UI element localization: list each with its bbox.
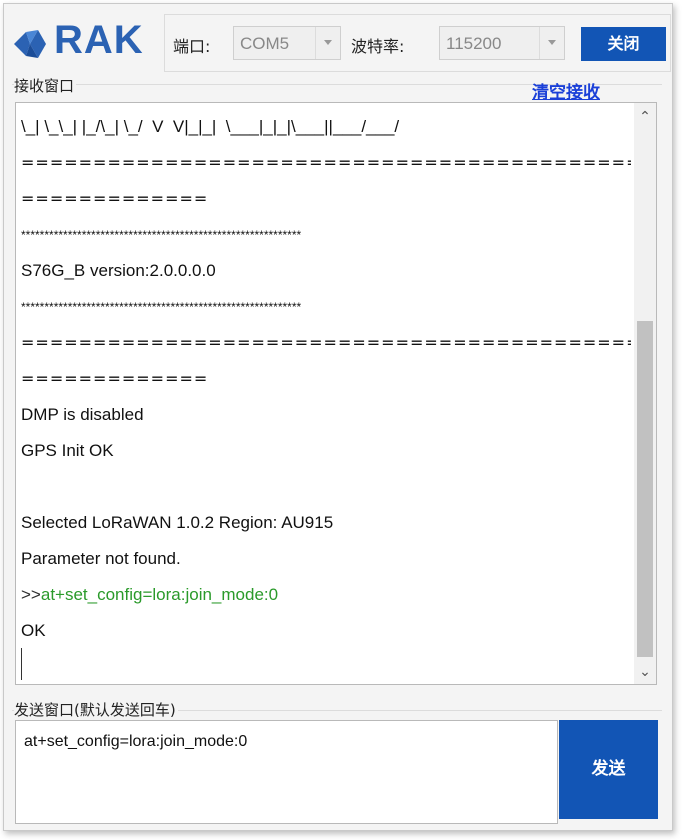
receive-line: ========================================… <box>21 153 631 172</box>
chevron-down-icon[interactable] <box>539 27 564 59</box>
receive-line: \_| \_\_| |_/\_| \_/ V V|_|_| \___|_|_|\… <box>21 117 400 136</box>
scroll-up-icon[interactable]: ⌃ <box>634 105 656 127</box>
receive-line: S76G_B version:2.0.0.0.0 <box>21 261 216 280</box>
receive-line: ****************************************… <box>21 300 302 314</box>
port-select[interactable]: COM5 <box>233 26 341 60</box>
logo-text: RAK <box>54 18 144 62</box>
rak-logo: RAK <box>8 18 156 66</box>
receive-line: >>at+set_config=lora:join_mode:0 <box>21 577 631 613</box>
port-value: COM5 <box>240 34 290 53</box>
baud-value: 115200 <box>446 34 502 53</box>
command-text: at+set_config=lora:join_mode:0 <box>40 585 279 604</box>
receive-line: Selected LoRaWAN 1.0.2 Region: AU915 <box>21 513 334 532</box>
receive-textarea[interactable]: \_| \_\_| |_/\_| \_/ V V|_|_| \___|_|_|\… <box>15 102 657 685</box>
receive-line: GPS Init OK <box>21 441 114 460</box>
scroll-down-icon[interactable]: ⌄ <box>634 660 656 682</box>
rak-logo-icon <box>14 30 46 58</box>
receive-line: ****************************************… <box>21 228 302 242</box>
baud-select[interactable]: 115200 <box>439 26 565 60</box>
baud-label: 波特率: <box>351 37 405 56</box>
port-label: 端口: <box>173 37 211 56</box>
send-input[interactable]: at+set_config=lora:join_mode:0 <box>15 720 558 824</box>
receive-line: Parameter not found. <box>21 549 181 568</box>
receive-line: OK <box>21 621 46 640</box>
close-port-button[interactable]: 关闭 <box>581 27 666 61</box>
receive-line: ============= <box>21 369 209 388</box>
receive-group-label: 接收窗口 <box>14 75 77 96</box>
receive-line: DMP is disabled <box>21 405 144 424</box>
clear-receive-link[interactable]: 清空接收 <box>532 78 600 103</box>
send-input-value: at+set_config=lora:join_mode:0 <box>24 733 248 750</box>
receive-scrollbar[interactable]: ⌃ ⌄ <box>634 103 656 684</box>
connection-panel: 端口: COM5 波特率: 115200 关闭 <box>164 14 671 72</box>
receive-line: ========================================… <box>21 333 631 352</box>
chevron-down-icon[interactable] <box>315 27 340 59</box>
serial-tool-window: RAK 端口: COM5 波特率: 115200 关闭 接收窗口 清空接收 \_… <box>3 3 673 831</box>
receive-line <box>21 469 631 505</box>
send-group-label: 发送窗口(默认发送回车) <box>14 699 178 720</box>
text-cursor <box>21 648 22 680</box>
scrollbar-thumb[interactable] <box>637 321 653 657</box>
receive-lines: \_| \_\_| |_/\_| \_/ V V|_|_| \___|_|_|\… <box>21 109 631 649</box>
send-button[interactable]: 发送 <box>559 720 658 819</box>
command-prompt: >> <box>21 585 41 604</box>
receive-line: ============= <box>21 189 209 208</box>
